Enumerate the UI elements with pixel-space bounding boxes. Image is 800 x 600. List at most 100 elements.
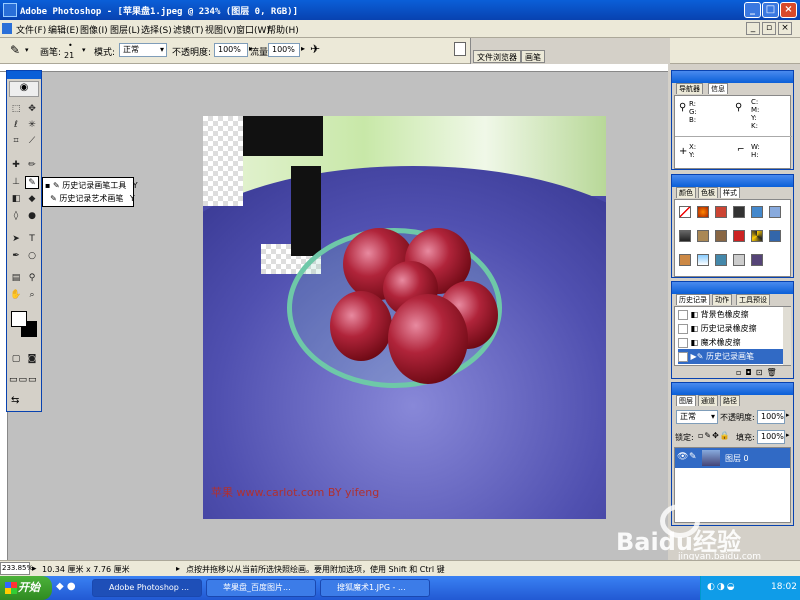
move-tool-icon[interactable]: ✥: [25, 103, 39, 116]
style-swatch[interactable]: [715, 254, 727, 266]
style-swatch[interactable]: [751, 254, 763, 266]
history-source-checkbox[interactable]: [678, 351, 688, 362]
hand-tool-icon[interactable]: ✋: [9, 289, 23, 302]
style-swatch[interactable]: [679, 230, 691, 242]
menu-help[interactable]: 帮助(H): [267, 23, 299, 36]
style-swatch[interactable]: [697, 206, 709, 218]
tool-preset-dropdown-icon[interactable]: ▾: [25, 46, 29, 54]
brush-picker[interactable]: • 21: [64, 41, 80, 61]
brush-tool-icon[interactable]: ✏: [25, 159, 39, 172]
history-source-checkbox[interactable]: [678, 323, 688, 334]
tab-file-browser[interactable]: 文件浏览器: [473, 50, 521, 63]
style-swatch[interactable]: [733, 230, 745, 242]
style-none[interactable]: [679, 206, 691, 218]
style-swatch[interactable]: [715, 230, 727, 242]
tab-history[interactable]: 历史记录: [676, 294, 710, 305]
doc-minimize-button[interactable]: _: [746, 22, 760, 35]
clone-stamp-icon[interactable]: ⊥: [9, 176, 23, 189]
tab-navigator[interactable]: 导航器: [676, 83, 703, 94]
close-button[interactable]: ×: [780, 2, 797, 18]
zoom-tool-icon[interactable]: ⌕: [25, 289, 39, 302]
history-item[interactable]: ◧ 魔术橡皮擦: [678, 335, 786, 350]
blend-mode-select[interactable]: 正常 ▾: [676, 410, 718, 424]
marquee-tool-icon[interactable]: ⬚: [9, 103, 23, 116]
type-tool-icon[interactable]: T: [25, 233, 39, 246]
layer-opacity-input[interactable]: 100%: [757, 410, 785, 424]
eyedropper-icon[interactable]: ⚲: [25, 272, 39, 285]
toolbox-titlebar[interactable]: [7, 71, 41, 79]
tray-icons[interactable]: ◐◑◒: [707, 582, 737, 592]
task-baidu-images[interactable]: 苹果盘_百度图片...: [206, 579, 316, 597]
history-source-checkbox[interactable]: [678, 337, 688, 348]
menu-edit[interactable]: 编辑(E): [48, 23, 79, 36]
notes-tool-icon[interactable]: ▤: [9, 272, 23, 285]
zoom-input[interactable]: 233.85%: [0, 562, 33, 575]
style-swatch[interactable]: [751, 230, 763, 242]
adobe-online-icon[interactable]: ◉: [9, 81, 39, 97]
shape-tool-icon[interactable]: ○: [25, 250, 39, 263]
history-item[interactable]: ◧ 历史记录橡皮擦: [678, 321, 786, 336]
panel-titlebar[interactable]: [672, 71, 793, 83]
style-swatch[interactable]: [751, 206, 763, 218]
tab-swatches[interactable]: 色板: [698, 187, 718, 198]
tab-layers[interactable]: 图层: [676, 395, 696, 406]
mode-select[interactable]: 正常 ▾: [119, 43, 167, 57]
minimize-button[interactable]: _: [744, 2, 761, 18]
fill-input[interactable]: 100%: [757, 430, 785, 444]
doc-info-arrow-icon[interactable]: ▸: [32, 564, 37, 574]
menu-layer[interactable]: 图层(L): [110, 23, 140, 36]
tab-color[interactable]: 颜色: [676, 187, 696, 198]
menu-view[interactable]: 视图(V): [205, 23, 236, 36]
panel-titlebar[interactable]: [672, 282, 793, 294]
history-brush-tool-icon[interactable]: ✎: [25, 176, 39, 189]
fill-arrow-icon[interactable]: ▸: [786, 431, 790, 439]
menu-select[interactable]: 选择(S): [141, 23, 172, 36]
eye-icon[interactable]: 👁: [677, 452, 688, 462]
style-swatch[interactable]: [697, 254, 709, 266]
lock-icons[interactable]: ▫✎✥🔒: [698, 431, 731, 440]
panel-titlebar[interactable]: [672, 383, 793, 395]
tab-styles[interactable]: 样式: [720, 187, 740, 198]
panel-titlebar[interactable]: [672, 175, 793, 187]
menu-image[interactable]: 图像(I): [80, 23, 108, 36]
screen-mode-icons[interactable]: ▭▭▭: [9, 375, 39, 389]
tab-tool-presets[interactable]: 工具预设: [736, 294, 770, 305]
style-swatch[interactable]: [679, 254, 691, 266]
task-photoshop[interactable]: Adobe Photoshop ...: [92, 579, 202, 597]
jump-to-imageready-icon[interactable]: ⇆: [11, 395, 37, 409]
slice-tool-icon[interactable]: ⟋: [25, 135, 39, 148]
healing-brush-icon[interactable]: ✚: [9, 159, 23, 172]
style-swatch[interactable]: [697, 230, 709, 242]
tab-brushes[interactable]: 画笔: [521, 50, 545, 63]
style-swatch[interactable]: [715, 206, 727, 218]
pen-tool-icon[interactable]: ✒: [9, 250, 23, 263]
tab-info[interactable]: 信息: [708, 83, 728, 94]
quick-mask-icon[interactable]: ◙: [25, 353, 39, 366]
style-swatch[interactable]: [733, 206, 745, 218]
style-swatch[interactable]: [769, 230, 781, 242]
document-canvas[interactable]: 苹果 www.carlot.com BY yifeng: [203, 116, 606, 519]
tab-actions[interactable]: 动作: [712, 294, 732, 305]
menu-filter[interactable]: 滤镜(T): [173, 23, 204, 36]
flow-arrow-icon[interactable]: ▸: [301, 44, 305, 53]
opacity-input[interactable]: 100%: [214, 43, 248, 57]
history-scrollbar[interactable]: [783, 307, 791, 365]
history-source-checkbox[interactable]: [678, 309, 688, 320]
magic-wand-icon[interactable]: ✳: [25, 119, 39, 132]
lasso-tool-icon[interactable]: ℓ: [9, 119, 23, 132]
tab-channels[interactable]: 通道: [698, 395, 718, 406]
quick-launch-icons[interactable]: ◆ ●: [56, 581, 76, 592]
flyout-item-history-brush[interactable]: ▪ ✎ 历史记录画笔工具 Y: [45, 180, 138, 191]
style-swatch[interactable]: [733, 254, 745, 266]
menu-window[interactable]: 窗口(W): [236, 23, 270, 36]
paint-bucket-icon[interactable]: ◆: [25, 193, 39, 206]
flow-input[interactable]: 100%: [268, 43, 300, 57]
history-footer-buttons[interactable]: ▫◘⊡🗑: [736, 368, 781, 377]
history-item[interactable]: ◧ 背景色橡皮擦: [678, 307, 786, 322]
dodge-tool-icon[interactable]: ●: [25, 210, 39, 223]
crop-tool-icon[interactable]: ⌗: [9, 135, 23, 148]
standard-mode-icon[interactable]: ▢: [9, 353, 23, 366]
history-brush-icon[interactable]: ✎: [10, 43, 20, 57]
layer-row[interactable]: 👁 ✎ 图层 0: [675, 448, 790, 468]
flyout-item-art-history-brush[interactable]: ✎ 历史记录艺术画笔 Y: [45, 193, 135, 204]
